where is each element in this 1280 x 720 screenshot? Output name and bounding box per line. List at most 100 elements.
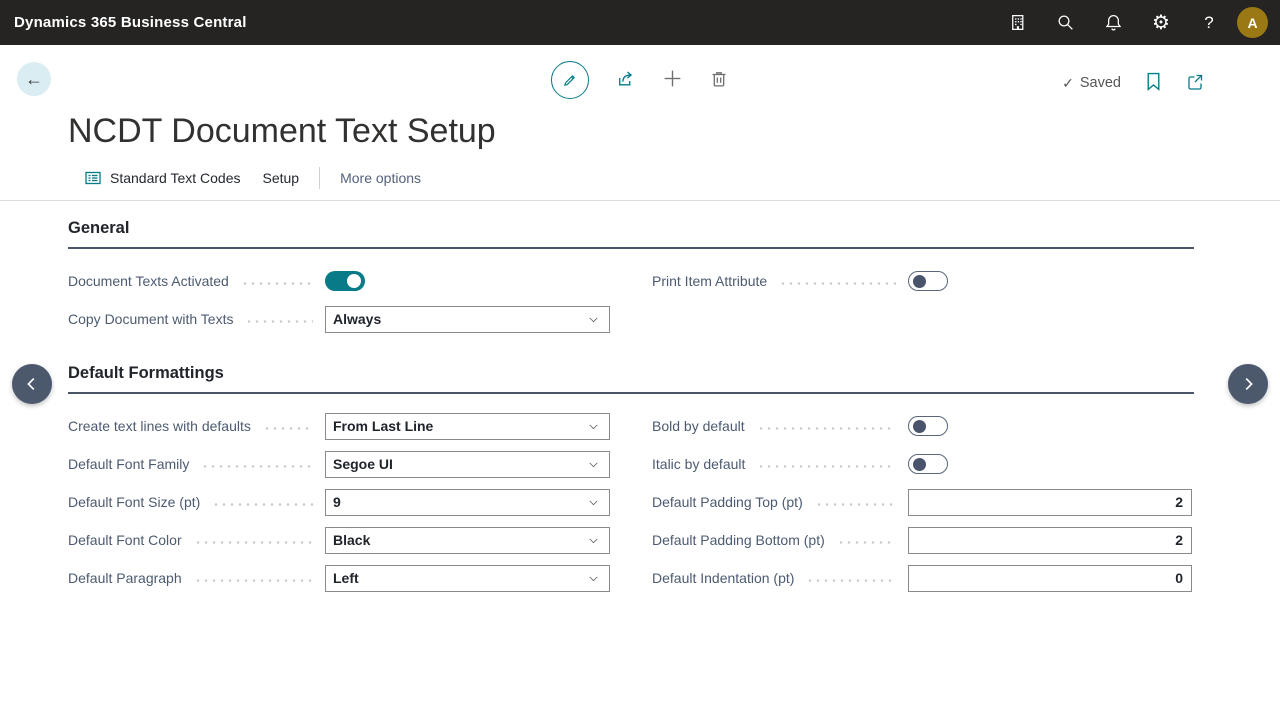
section-rule	[68, 392, 1194, 394]
dotted-leader	[194, 579, 313, 582]
create-text-lines-select[interactable]: From Last Line	[325, 413, 610, 440]
avatar[interactable]: A	[1237, 7, 1268, 38]
next-record-button[interactable]	[1228, 364, 1268, 404]
action-standard-text-codes[interactable]: Standard Text Codes	[84, 169, 241, 187]
new-button[interactable]	[662, 68, 683, 92]
default-font-family-select[interactable]: Segoe UI	[325, 451, 610, 478]
field-label: Document Texts Activated	[68, 273, 229, 289]
section-general-title[interactable]: General	[68, 219, 1194, 238]
section-general: General Document Texts Activated Copy Do…	[68, 219, 1194, 338]
field-label: Default Font Family	[68, 456, 189, 472]
chevron-down-icon	[587, 313, 600, 326]
open-in-new-window-icon	[1186, 73, 1204, 91]
field-label: Italic by default	[652, 456, 745, 472]
toolbar-actions	[551, 61, 729, 99]
dotted-leader	[245, 320, 313, 323]
delete-button[interactable]	[709, 69, 729, 92]
field-label: Default Paragraph	[68, 570, 182, 586]
action-bar: Standard Text Codes Setup More options	[84, 167, 1280, 189]
field-default-font-color: Default Font Color Black	[68, 521, 610, 559]
bookmark-button[interactable]	[1145, 72, 1162, 94]
toolbar-right: ✓ Saved	[1062, 72, 1204, 94]
field-italic-by-default: Italic by default	[652, 445, 1192, 483]
page-toolbar: ←	[0, 45, 1280, 107]
italic-by-default-toggle[interactable]	[908, 454, 948, 474]
field-default-font-family: Default Font Family Segoe UI	[68, 445, 610, 483]
field-label: Default Font Size (pt)	[68, 494, 200, 510]
document-texts-activated-toggle[interactable]	[325, 271, 365, 291]
default-indentation-input[interactable]	[908, 565, 1192, 592]
default-padding-top-input[interactable]	[908, 489, 1192, 516]
chevron-left-icon	[23, 375, 41, 393]
field-label: Copy Document with Texts	[68, 311, 233, 327]
share-button[interactable]	[615, 68, 636, 92]
field-print-item-attribute: Print Item Attribute	[652, 262, 1192, 300]
settings-icon[interactable]: ⚙	[1137, 0, 1185, 45]
top-bar: Dynamics 365 Business Central	[0, 0, 1280, 45]
bold-by-default-toggle[interactable]	[908, 416, 948, 436]
copy-document-with-texts-select[interactable]: Always	[325, 306, 610, 333]
back-button[interactable]: ←	[17, 62, 51, 96]
section-default-formattings: Default Formattings Create text lines wi…	[68, 364, 1194, 597]
field-default-padding-bottom: Default Padding Bottom (pt)	[652, 521, 1192, 559]
topbar-icon-group: ⚙ ? A	[993, 0, 1280, 45]
field-copy-document-with-texts: Copy Document with Texts Always	[68, 300, 610, 338]
trash-icon	[709, 69, 729, 89]
action-setup[interactable]: Setup	[263, 170, 300, 186]
default-font-size-select[interactable]: 9	[325, 489, 610, 516]
action-bar-divider	[0, 200, 1280, 201]
bookmark-icon	[1145, 72, 1162, 91]
field-create-text-lines: Create text lines with defaults From Las…	[68, 407, 610, 445]
section-rule	[68, 247, 1194, 249]
report-list-icon	[84, 169, 102, 187]
field-label: Bold by default	[652, 418, 745, 434]
field-bold-by-default: Bold by default	[652, 407, 1192, 445]
dotted-leader	[837, 541, 896, 544]
dotted-leader	[757, 427, 896, 430]
field-label: Default Font Color	[68, 532, 182, 548]
chevron-right-icon	[1239, 375, 1257, 393]
default-font-color-select[interactable]: Black	[325, 527, 610, 554]
company-icon[interactable]	[993, 0, 1041, 45]
field-document-texts-activated: Document Texts Activated	[68, 262, 610, 300]
dotted-leader	[241, 282, 313, 285]
field-label: Default Padding Top (pt)	[652, 494, 803, 510]
chevron-down-icon	[587, 458, 600, 471]
chevron-down-icon	[587, 496, 600, 509]
field-default-paragraph: Default Paragraph Left	[68, 559, 610, 597]
edit-button[interactable]	[551, 61, 589, 99]
field-default-font-size: Default Font Size (pt) 9	[68, 483, 610, 521]
dotted-leader	[263, 427, 313, 430]
save-status: ✓ Saved	[1062, 75, 1121, 92]
field-label: Print Item Attribute	[652, 273, 767, 289]
dotted-leader	[212, 503, 313, 506]
default-padding-bottom-input[interactable]	[908, 527, 1192, 554]
chevron-down-icon	[587, 420, 600, 433]
print-item-attribute-toggle[interactable]	[908, 271, 948, 291]
dotted-leader	[806, 579, 896, 582]
plus-icon	[662, 68, 683, 89]
action-bar-separator	[319, 167, 320, 189]
chevron-down-icon	[587, 572, 600, 585]
notifications-icon[interactable]	[1089, 0, 1137, 45]
previous-record-button[interactable]	[12, 364, 52, 404]
check-icon: ✓	[1062, 75, 1074, 92]
help-icon[interactable]: ?	[1185, 0, 1233, 45]
dotted-leader	[201, 465, 313, 468]
page-title: NCDT Document Text Setup	[68, 109, 1280, 153]
default-paragraph-select[interactable]: Left	[325, 565, 610, 592]
open-in-new-window-button[interactable]	[1186, 73, 1204, 94]
action-more-options[interactable]: More options	[340, 170, 421, 186]
dotted-leader	[757, 465, 896, 468]
field-default-padding-top: Default Padding Top (pt)	[652, 483, 1192, 521]
section-default-formattings-title[interactable]: Default Formattings	[68, 364, 1194, 383]
chevron-down-icon	[587, 534, 600, 547]
dotted-leader	[779, 282, 896, 285]
search-icon[interactable]	[1041, 0, 1089, 45]
field-label: Create text lines with defaults	[68, 418, 251, 434]
dotted-leader	[815, 503, 896, 506]
dotted-leader	[194, 541, 313, 544]
share-icon	[615, 68, 636, 89]
app-title: Dynamics 365 Business Central	[14, 14, 247, 31]
field-label: Default Indentation (pt)	[652, 570, 794, 586]
